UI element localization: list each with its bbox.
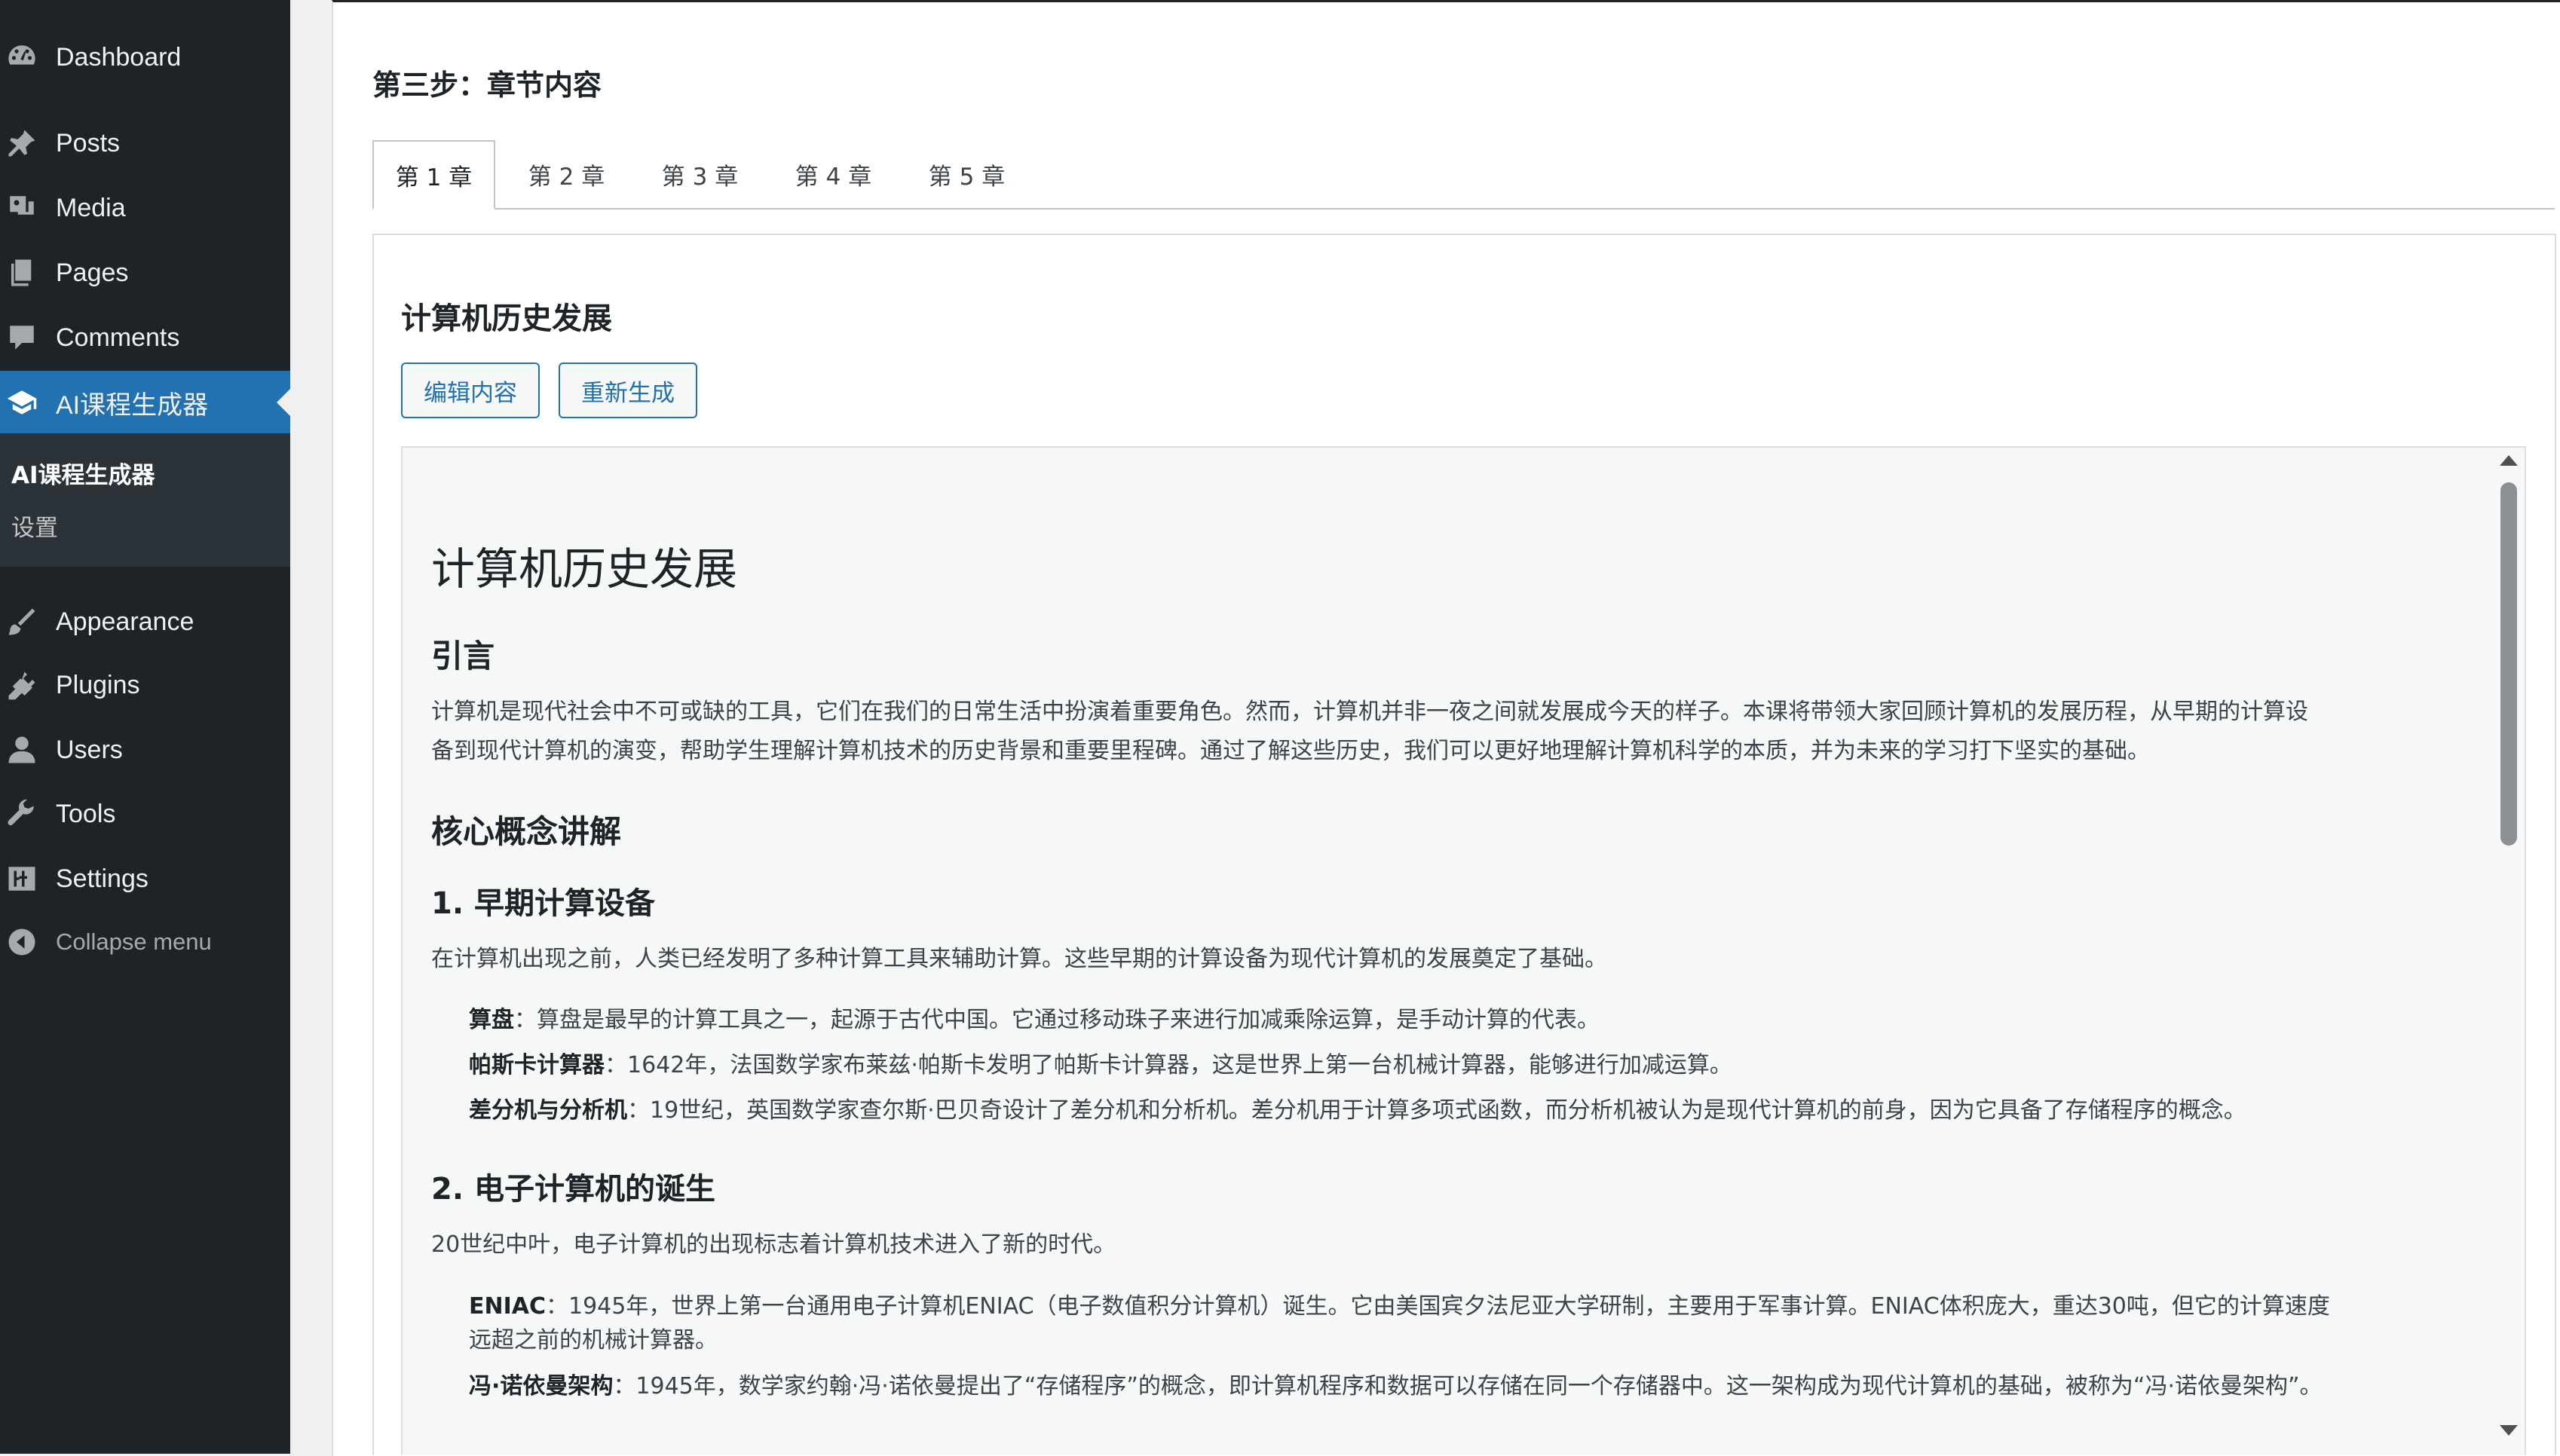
menu-item-ai-course-generator[interactable]: AI课程生成器 <box>0 371 290 434</box>
list-item-term: 算盘 <box>469 1007 514 1033</box>
list-item-text: ：算盘是最早的计算工具之一，起源于古代中国。它通过移动珠子来进行加减乘除运算，是… <box>514 1007 1600 1033</box>
submenu: AI课程生成器 设置 <box>0 433 290 567</box>
comment-icon <box>5 320 39 355</box>
chapter-title: 计算机历史发展 <box>401 301 612 336</box>
list-item: 差分机与分析机：19世纪，英国数学家查尔斯·巴贝奇设计了差分机和分析机。差分机用… <box>469 1094 2459 1127</box>
menu-label: Posts <box>56 128 121 158</box>
menu-item-comments[interactable]: Comments <box>0 307 290 368</box>
scrollbar-thumb[interactable] <box>2500 482 2517 846</box>
menu-item-settings[interactable]: Settings <box>0 849 290 909</box>
menu-item-tools[interactable]: Tools <box>0 784 290 844</box>
list-item-text: ：19世纪，英国数学家查尔斯·巴贝奇设计了差分机和分析机。差分机用于计算多项式函… <box>627 1097 2246 1124</box>
menu-item-pages[interactable]: Pages <box>0 243 290 303</box>
section-heading-intro: 引言 <box>431 638 495 674</box>
settings-icon <box>5 861 39 896</box>
list-item-term: 冯·诺依曼架构 <box>469 1373 614 1399</box>
menu-label: Appearance <box>56 607 194 636</box>
menu-label: Plugins <box>56 670 140 699</box>
menu-item-media[interactable]: Media <box>0 178 290 238</box>
list-item-term: ENIAC <box>469 1293 546 1320</box>
wrench-icon <box>5 797 39 831</box>
menu-item-posts[interactable]: Posts <box>0 113 290 173</box>
list-item-continuation: 远超之前的机械计算器。 <box>469 1327 718 1354</box>
list-item: 帕斯卡计算器：1642年，法国数学家布莱兹·帕斯卡发明了帕斯卡计算器，这是世界上… <box>469 1048 2459 1082</box>
submenu-item-settings[interactable]: 设置 <box>11 509 58 543</box>
intro-line-2: 备到现代计算机的演变，帮助学生理解计算机技术的历史背景和重要里程碑。通过了解这些… <box>431 738 2150 764</box>
scroll-down-arrow-icon[interactable] <box>2500 1425 2518 1436</box>
edit-content-button[interactable]: 编辑内容 <box>401 362 540 418</box>
tab-chapter-5[interactable]: 第 5 章 <box>905 140 1029 208</box>
list-item-text: ：1945年，世界上第一台通用电子计算机ENIAC（电子数值积分计算机）诞生。它… <box>546 1293 2330 1320</box>
list-item: ENIAC：1945年，世界上第一台通用电子计算机ENIAC（电子数值积分计算机… <box>469 1289 2459 1323</box>
tab-chapter-4[interactable]: 第 4 章 <box>771 140 896 208</box>
step-title: 第三步：章节内容 <box>372 69 602 102</box>
collapse-menu-button[interactable]: Collapse menu <box>0 912 290 972</box>
menu-label: Tools <box>56 799 116 828</box>
paintbrush-icon <box>5 604 39 639</box>
list-item-text: ：1642年，法国数学家布莱兹·帕斯卡发明了帕斯卡计算器，这是世界上第一台机械计… <box>605 1052 1732 1078</box>
menu-label: Pages <box>56 258 129 287</box>
section-heading-early-devices: 1. 早期计算设备 <box>431 886 655 921</box>
section-heading-electronic-computers: 2. 电子计算机的诞生 <box>431 1172 715 1207</box>
menu-label: Users <box>56 735 123 764</box>
intro-line-1: 计算机是现代社会中不可或缺的工具，它们在我们的日常生活中扮演着重要角色。然而，计… <box>431 699 2308 725</box>
admin-sidebar: Dashboard Posts Media Pages Comments AI课… <box>0 0 290 1454</box>
menu-label: Media <box>56 193 126 222</box>
list-item-text: ：1945年，数学家约翰·冯·诺依曼提出了“存储程序”的概念，即计算机程序和数据… <box>613 1373 2323 1399</box>
list-item: 冯·诺依曼架构：1945年，数学家约翰·冯·诺依曼提出了“存储程序”的概念，即计… <box>469 1369 2459 1403</box>
plugin-icon <box>5 668 39 702</box>
collapse-icon <box>5 925 39 959</box>
tab-chapter-3[interactable]: 第 3 章 <box>638 140 762 208</box>
menu-item-users[interactable]: Users <box>0 720 290 780</box>
early-devices-intro: 在计算机出现之前，人类已经发明了多种计算工具来辅助计算。这些早期的计算设备为现代… <box>431 946 1607 972</box>
tab-chapter-2[interactable]: 第 2 章 <box>504 140 629 208</box>
chapter-tabs: 第 1 章 第 2 章 第 3 章 第 4 章 第 5 章 <box>372 140 2555 210</box>
menu-label: Dashboard <box>56 42 182 72</box>
menu-label: AI课程生成器 <box>56 390 209 420</box>
graduation-cap-icon <box>5 385 39 420</box>
list-item: 算盘：算盘是最早的计算工具之一，起源于古代中国。它通过移动珠子来进行加减乘除运算… <box>469 1003 2459 1037</box>
menu-label: Comments <box>56 323 180 352</box>
submenu-item-ai-course-generator[interactable]: AI课程生成器 <box>11 456 155 490</box>
menu-label: Collapse menu <box>56 928 212 955</box>
dashboard-icon <box>5 40 39 75</box>
electronic-computers-intro: 20世纪中叶，电子计算机的出现标志着计算机技术进入了新的时代。 <box>431 1231 1116 1258</box>
menu-item-dashboard[interactable]: Dashboard <box>0 27 290 87</box>
menu-item-appearance[interactable]: Appearance <box>0 592 290 652</box>
list-item-term: 帕斯卡计算器 <box>469 1052 605 1078</box>
pin-icon <box>5 126 39 161</box>
media-icon <box>5 191 39 225</box>
pages-icon <box>5 255 39 290</box>
regenerate-button[interactable]: 重新生成 <box>559 362 697 418</box>
tab-chapter-1[interactable]: 第 1 章 <box>372 140 495 210</box>
menu-item-plugins[interactable]: Plugins <box>0 655 290 715</box>
user-icon <box>5 733 39 767</box>
scroll-up-arrow-icon[interactable] <box>2500 455 2518 466</box>
section-heading-core: 核心概念讲解 <box>431 813 622 850</box>
document-title: 计算机历史发展 <box>431 543 738 595</box>
menu-label: Settings <box>56 864 149 893</box>
list-item-term: 差分机与分析机 <box>469 1097 627 1124</box>
